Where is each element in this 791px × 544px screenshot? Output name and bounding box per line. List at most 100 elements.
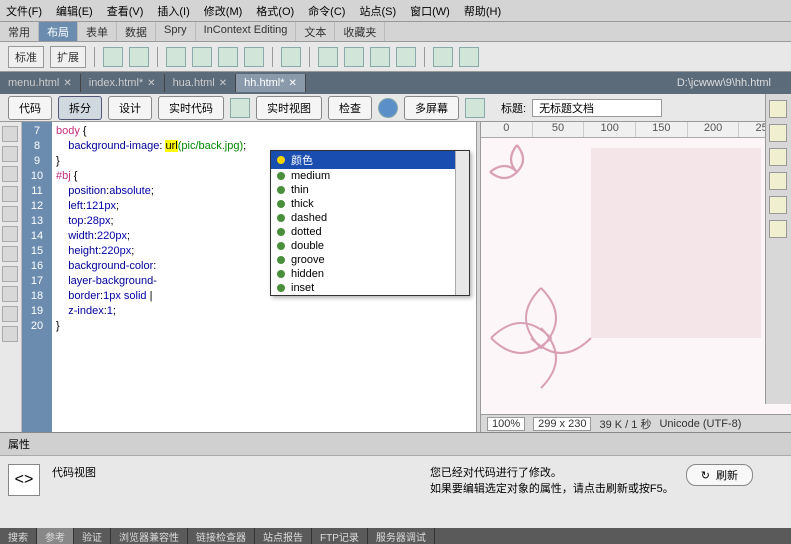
insert-div-icon[interactable] <box>103 47 123 67</box>
inspect-button[interactable]: 检查 <box>328 96 372 120</box>
mode-standard[interactable]: 标准 <box>8 46 44 68</box>
assets-icon[interactable] <box>769 220 787 238</box>
hint-item[interactable]: groove <box>271 253 469 267</box>
hint-item[interactable]: inset <box>271 281 469 295</box>
tab-common[interactable]: 常用 <box>0 22 39 41</box>
code-editor[interactable]: 7891011121314151617181920 body { backgro… <box>22 122 476 432</box>
spry-accordion-icon[interactable] <box>218 47 238 67</box>
hint-item[interactable]: medium <box>271 169 469 183</box>
menu-edit[interactable]: 编辑(E) <box>56 3 93 19</box>
properties-header[interactable]: 属性 <box>0 433 791 456</box>
design-view[interactable]: 050100150200250 100% 299 x 230 39 K / 1 … <box>481 122 791 432</box>
menu-window[interactable]: 窗口(W) <box>410 3 450 19</box>
tag-inspector-icon[interactable] <box>769 148 787 166</box>
scrollbar[interactable] <box>455 151 469 295</box>
hint-item[interactable]: double <box>271 239 469 253</box>
open-docs-icon[interactable] <box>2 126 18 142</box>
hint-item[interactable]: hidden <box>271 267 469 281</box>
view-code-button[interactable]: 代码 <box>8 96 52 120</box>
tab-spry[interactable]: Spry <box>156 22 196 41</box>
menu-view[interactable]: 查看(V) <box>107 3 144 19</box>
doc-tab-index[interactable]: index.html*✕ <box>81 74 165 92</box>
menu-insert[interactable]: 插入(I) <box>157 3 189 19</box>
insert-apdiv-icon[interactable] <box>129 47 149 67</box>
iframe-icon[interactable] <box>433 47 453 67</box>
tab-reference[interactable]: 参考 <box>37 528 74 544</box>
expand-icon[interactable] <box>2 166 18 182</box>
col-right-icon[interactable] <box>396 47 416 67</box>
word-wrap-icon[interactable] <box>2 306 18 322</box>
databases-icon[interactable] <box>769 172 787 190</box>
doc-tab-hua[interactable]: hua.html✕ <box>165 74 237 92</box>
menu-modify[interactable]: 修改(M) <box>204 3 243 19</box>
row-below-icon[interactable] <box>344 47 364 67</box>
hint-item[interactable]: thin <box>271 183 469 197</box>
row-above-icon[interactable] <box>318 47 338 67</box>
syntax-coloring-icon[interactable] <box>2 266 18 282</box>
tab-incontext[interactable]: InContext Editing <box>196 22 297 41</box>
balance-braces-icon[interactable] <box>2 206 18 222</box>
files-icon[interactable] <box>769 196 787 214</box>
close-icon[interactable]: ✕ <box>147 78 155 89</box>
tab-favorites[interactable]: 收藏夹 <box>335 22 385 41</box>
hint-item[interactable]: dashed <box>271 211 469 225</box>
auto-indent-icon[interactable] <box>2 286 18 302</box>
tab-text[interactable]: 文本 <box>296 22 335 41</box>
doc-tab-hh[interactable]: hh.html*✕ <box>236 74 306 92</box>
close-icon[interactable]: ✕ <box>289 78 297 89</box>
line-numbers-icon[interactable] <box>2 226 18 242</box>
refresh-icon[interactable] <box>465 98 485 118</box>
hint-item[interactable]: thick <box>271 197 469 211</box>
tab-browser-compat[interactable]: 浏览器兼容性 <box>111 528 188 544</box>
multiscreen-button[interactable]: 多屏幕 <box>404 96 459 120</box>
menu-file[interactable]: 文件(F) <box>6 3 42 19</box>
collapse-icon[interactable] <box>2 146 18 162</box>
menu-format[interactable]: 格式(O) <box>256 3 294 19</box>
tab-data[interactable]: 数据 <box>117 22 156 41</box>
apdiv-bj[interactable] <box>591 148 761 338</box>
tab-site-reports[interactable]: 站点报告 <box>255 528 312 544</box>
title-input[interactable] <box>532 99 662 117</box>
hint-item-color[interactable]: 颜色 <box>271 151 469 169</box>
tab-ftp-log[interactable]: FTP记录 <box>312 528 368 544</box>
properties-msg1: 您已经对代码进行了修改。 <box>430 464 674 480</box>
highlight-invalid-icon[interactable] <box>2 246 18 262</box>
hint-item[interactable]: dotted <box>271 225 469 239</box>
design-canvas[interactable] <box>481 138 791 414</box>
zoom-level[interactable]: 100% <box>487 417 525 431</box>
tab-validate[interactable]: 验证 <box>74 528 111 544</box>
live-view-button[interactable]: 实时视图 <box>256 96 322 120</box>
doc-tab-menu[interactable]: menu.html✕ <box>0 74 81 92</box>
spry-tabs-icon[interactable] <box>192 47 212 67</box>
select-parent-icon[interactable] <box>2 186 18 202</box>
hidden-chars-icon[interactable] <box>2 326 18 342</box>
css-styles-icon[interactable] <box>769 100 787 118</box>
view-design-button[interactable]: 设计 <box>108 96 152 120</box>
spry-menu-icon[interactable] <box>166 47 186 67</box>
code-hints-popup[interactable]: 颜色 medium thin thick dashed dotted doubl… <box>270 150 470 296</box>
tab-layout[interactable]: 布局 <box>39 22 78 41</box>
tab-search[interactable]: 搜索 <box>0 528 37 544</box>
close-icon[interactable]: ✕ <box>63 78 71 89</box>
mode-expanded[interactable]: 扩展 <box>50 46 86 68</box>
tab-forms[interactable]: 表单 <box>78 22 117 41</box>
menu-commands[interactable]: 命令(C) <box>308 3 345 19</box>
canvas-dimensions[interactable]: 299 x 230 <box>533 417 591 431</box>
tab-link-checker[interactable]: 链接检查器 <box>188 528 255 544</box>
tab-server-debug[interactable]: 服务器调试 <box>368 528 435 544</box>
spry-collapse-icon[interactable] <box>244 47 264 67</box>
live-code-toggle-icon[interactable] <box>230 98 250 118</box>
bullet-icon <box>277 186 285 194</box>
menu-site[interactable]: 站点(S) <box>359 3 396 19</box>
col-left-icon[interactable] <box>370 47 390 67</box>
globe-icon[interactable] <box>378 98 398 118</box>
ap-elements-icon[interactable] <box>769 124 787 142</box>
frames-icon[interactable] <box>459 47 479 67</box>
live-code-button[interactable]: 实时代码 <box>158 96 224 120</box>
view-split-button[interactable]: 拆分 <box>58 96 102 120</box>
close-icon[interactable]: ✕ <box>219 78 227 89</box>
code-content[interactable]: body { background-image: url(pic/back.jp… <box>52 122 476 432</box>
menu-help[interactable]: 帮助(H) <box>464 3 501 19</box>
table-icon[interactable] <box>281 47 301 67</box>
refresh-button[interactable]: ↻ 刷新 <box>686 464 753 486</box>
